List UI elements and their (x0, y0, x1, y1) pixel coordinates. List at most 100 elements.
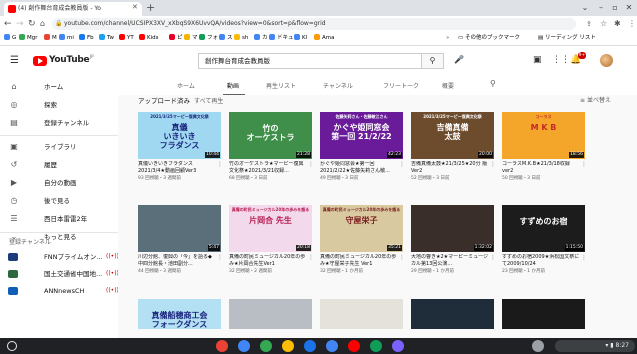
video-card[interactable]: 竹の オーケストラ 21:28 竹のオーケストラ★マーピー復興文化祭★2021/3/… (229, 112, 314, 182)
channel-tab[interactable]: フリートーク (383, 81, 419, 90)
sidebar-item[interactable]: ⌂ ホーム (0, 78, 118, 96)
share-icon[interactable]: ⇪ (586, 17, 592, 31)
bookmark-item[interactable]: Kids (139, 32, 159, 45)
sidebar-item[interactable]: ☰ 西日本雷雷2年 (0, 210, 118, 228)
video-title[interactable]: 真備の町民ミュージカル20年の歩み★片岡合先生Ver1 (229, 254, 307, 268)
video-card[interactable]: 2021/3/25マーピー復興文化祭 吉備真備 太鼓 20:00 吉備真備太鼓★21/… (411, 112, 496, 182)
tab-search-icon[interactable]: ⌄ (578, 0, 592, 16)
channel-tab[interactable]: チャンネル (323, 81, 353, 90)
bookmark-item[interactable]: マ (184, 32, 198, 45)
bookmark-item[interactable]: Kl (294, 32, 307, 45)
account-tray-icon[interactable] (532, 340, 544, 352)
video-title[interactable]: 川辺分館、復興の「今」を語る◆中四分館長・池田副分... (138, 254, 216, 268)
video-card[interactable] (502, 299, 585, 329)
video-card[interactable]: コーラス M K B 18:56 コーラスM.K.B★21/3/18収録 ver2 50… (502, 112, 587, 182)
video-thumbnail[interactable]: 真備船穂商工会 フォークダンス (138, 299, 221, 329)
video-title[interactable]: 真備の町民ミュージカル20年の歩み★守屋栄子先生 Ver1 (320, 254, 398, 268)
channel-tab[interactable]: 概要 (442, 81, 454, 90)
back-icon[interactable]: ← (4, 17, 12, 31)
video-thumbnail[interactable]: 竹の オーケストラ 21:28 (229, 112, 312, 159)
photos-app-icon[interactable] (282, 340, 294, 352)
video-card[interactable]: 真備船穂商工会 フォークダンス (138, 299, 221, 329)
bookmark-item[interactable]: カ (254, 32, 268, 45)
video-card[interactable]: 真備の町民ミュージカル20年の歩みを語る 守屋栄子 35:21 真備の町民ミュージカル… (320, 205, 405, 275)
new-tab-button[interactable]: + (146, 1, 155, 15)
drive-app-icon[interactable] (260, 340, 272, 352)
home-button-icon[interactable]: ⌂ (40, 17, 45, 31)
video-thumbnail[interactable]: 2021/3/25マーピー復興文化祭 真儀 いきいき フラダンス 10:44 (138, 112, 221, 159)
docs-app-icon[interactable] (238, 340, 250, 352)
video-title[interactable]: コーラスM.K.B★21/3/18収録 ver2 (502, 161, 580, 175)
files-app-icon[interactable] (304, 340, 316, 352)
browser-tab[interactable]: (4) 創作舞台育成会教員版 - Yo (4, 2, 142, 16)
more-actions-icon[interactable]: ⋮ (581, 161, 587, 168)
video-card[interactable]: 真備の町民ミュージカル20年の歩みを語る 片岡合 先生 20:18 真備の町民ミュージ… (229, 205, 314, 275)
video-thumbnail[interactable] (229, 299, 312, 329)
gmail-app-icon[interactable] (216, 340, 228, 352)
more-actions-icon[interactable]: ⋮ (490, 161, 496, 168)
sidebar-item[interactable]: ▶ 自分の動画 (0, 174, 118, 192)
video-card[interactable] (411, 299, 494, 329)
forward-icon[interactable]: → (16, 17, 24, 31)
video-thumbnail[interactable]: 2021/3/25マーピー復興文化祭 吉備真備 太鼓 20:00 (411, 112, 494, 159)
maximize-icon[interactable]: ▫ (608, 0, 622, 16)
video-thumbnail[interactable] (411, 299, 494, 329)
video-thumbnail[interactable]: 5:47 (138, 205, 221, 252)
sidebar-item[interactable]: ▣ ライブラリ (0, 138, 118, 156)
sidebar-item[interactable]: ◷ 後で見る (0, 192, 118, 210)
video-title[interactable]: 竹のオーケストラ★マーピー復興文化祭★2021/3/21収録... (229, 161, 307, 175)
search-button[interactable]: ⚲ (422, 53, 444, 69)
meet-app-icon[interactable] (370, 340, 382, 352)
tab-close-icon[interactable]: ✕ (132, 2, 138, 12)
video-title[interactable]: 吉備真備太鼓★21/3/25★20分 版 Ver2 (411, 161, 489, 175)
video-card[interactable]: 5:47 川辺分館、復興の「今」を語る◆中四分館長・池田副分... 44 回視聴・3… (138, 205, 223, 275)
video-thumbnail[interactable]: 1:32:02 (411, 205, 494, 252)
sidebar-item[interactable]: ◎ 探索 (0, 96, 118, 114)
video-title[interactable]: すずめのお宿2009★浜松国文祭にて2009/10/24 (502, 254, 580, 268)
browser-menu-icon[interactable]: ⋮ (628, 17, 636, 31)
more-actions-icon[interactable]: ⋮ (490, 254, 496, 261)
more-actions-icon[interactable]: ⋮ (399, 254, 405, 261)
video-card[interactable]: 佐藤矢莉さん・佐藤敏江さん かぐや姫同窓会 第一回 21/2/22 42:23 かぐや… (320, 112, 405, 182)
window-close-icon[interactable]: ✕ (622, 0, 636, 16)
video-card[interactable] (320, 299, 403, 329)
chrome-app-icon[interactable] (326, 340, 338, 352)
system-tray[interactable]: ▾ ▮ 8:27 (555, 340, 635, 352)
apps-grid-icon[interactable]: ⋮⋮ (552, 55, 570, 65)
play-store-app-icon[interactable] (392, 340, 404, 352)
bookmark-item[interactable]: Fb (79, 32, 94, 45)
sort-button[interactable]: ≡ 並べ替え (580, 95, 611, 104)
more-actions-icon[interactable]: ⋮ (308, 254, 314, 261)
video-thumbnail[interactable]: コーラス M K B 18:56 (502, 112, 585, 159)
video-card[interactable]: すずめのお宿 1:15:50 すずめのお宿2009★浜松国文祭にて2009/10/2… (502, 205, 587, 275)
bookmark-item[interactable]: Ama (314, 32, 335, 45)
subscription-item[interactable]: 国土交通省中国地... ((•)) (0, 265, 119, 283)
menu-hamburger-icon[interactable]: ☰ (10, 56, 19, 66)
youtube-app-icon[interactable] (348, 340, 360, 352)
subscription-item[interactable]: ANNnewsCH ((•)) (0, 282, 119, 300)
bookmark-item[interactable]: G (4, 32, 16, 45)
video-card[interactable] (229, 299, 312, 329)
channel-tab[interactable]: ホーム (177, 81, 195, 90)
video-thumbnail[interactable] (502, 299, 585, 329)
video-title[interactable]: 大地の響き★2★マーピーミュージカル第13回公演... (411, 254, 489, 268)
more-actions-icon[interactable]: ⋮ (399, 161, 405, 168)
video-title[interactable]: かぐや姫同窓会★第一回 2021/2/22★佐藤矢莉さん敏... (320, 161, 398, 175)
bookmark-item[interactable]: M (44, 32, 57, 45)
minimize-icon[interactable]: – (594, 0, 608, 16)
video-thumbnail[interactable]: 真備の町民ミュージカル20年の歩みを語る 守屋栄子 35:21 (320, 205, 403, 252)
reading-list-button[interactable]: ▤ リーディング リスト (538, 32, 596, 45)
bookmark-item[interactable]: ピ (169, 32, 183, 45)
more-actions-icon[interactable]: ⋮ (581, 254, 587, 261)
bookmark-item[interactable]: Mgr (19, 32, 38, 45)
launcher-icon[interactable] (7, 341, 17, 351)
extensions-icon[interactable]: ✱ (614, 17, 621, 31)
bookmark-item[interactable]: Tw (99, 32, 114, 45)
subscription-item[interactable]: FNNプライムオン... ((•)) (0, 248, 119, 266)
video-thumbnail[interactable] (320, 299, 403, 329)
create-video-icon[interactable]: ▣ (533, 55, 542, 65)
reload-icon[interactable]: ↻ (28, 17, 36, 31)
bookmark-item[interactable]: sh (234, 32, 248, 45)
address-bar[interactable]: 🔒 youtube.com/channel/UCSIPX3XV_xXbqS9X6… (52, 18, 576, 30)
sidebar-item[interactable]: ▤ 登録チャンネル (0, 114, 118, 132)
